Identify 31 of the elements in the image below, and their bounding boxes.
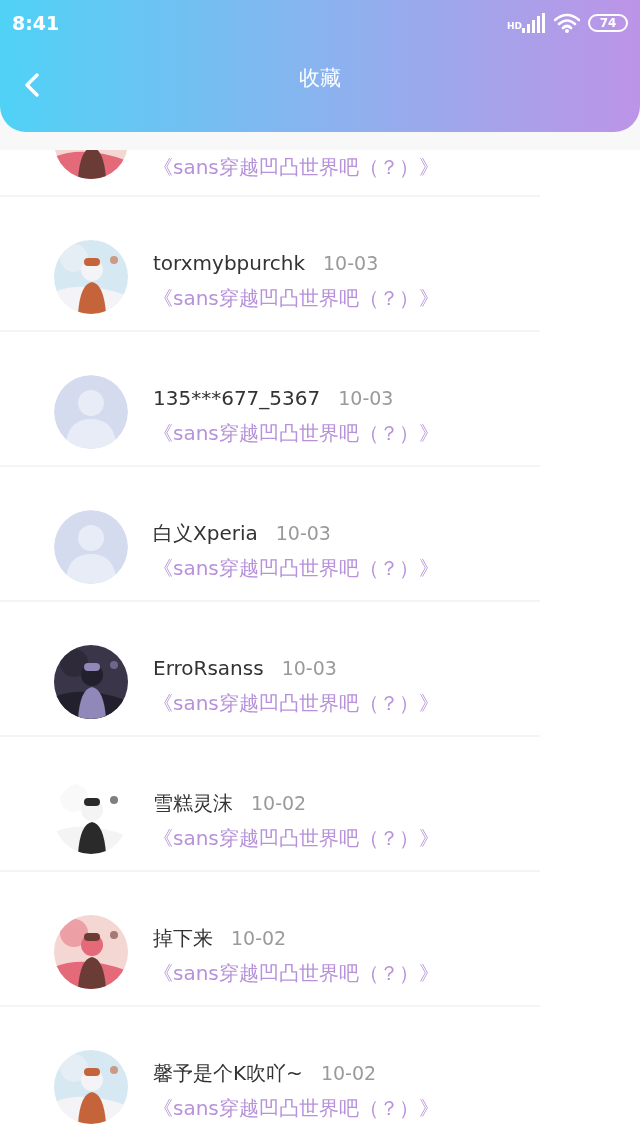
date: 10-02: [231, 927, 287, 949]
post-title[interactable]: 《sans穿越凹凸世界吧（？）》: [153, 420, 439, 447]
signal-icon: [522, 13, 546, 33]
post-title[interactable]: 《sans穿越凹凸世界吧（？）》: [153, 960, 439, 987]
post-title[interactable]: 《sans穿越凹凸世界吧（？）》: [153, 825, 439, 852]
battery-level: 74: [588, 14, 628, 32]
post-title[interactable]: 《sans穿越凹凸世界吧（？）》: [153, 555, 439, 582]
date: 10-03: [323, 252, 379, 274]
date: 10-02: [251, 792, 307, 814]
wifi-icon: [554, 13, 580, 33]
date: 10-02: [320, 1062, 377, 1084]
post-title[interactable]: 《sans穿越凹凸世界吧（？）》: [153, 285, 439, 312]
page-title: 收藏: [299, 65, 341, 92]
back-button[interactable]: [22, 72, 42, 98]
user-name: ErroRsanss: [153, 656, 264, 680]
user-name: torxmybpurchk: [153, 251, 306, 275]
user-name: 雪糕灵沫: [153, 789, 233, 817]
date: 10-03: [338, 387, 394, 409]
network-type: HD: [507, 21, 522, 31]
post-title[interactable]: 《sans穿越凹凸世界吧（？）》: [153, 1095, 439, 1122]
default-avatar-icon: [54, 510, 128, 584]
post-title[interactable]: 《sans穿越凹凸世界吧（？）》: [153, 690, 439, 717]
status-time: 8:41: [12, 12, 60, 34]
user-name: 135***677_5367: [153, 386, 321, 410]
default-avatar-icon: [54, 375, 128, 449]
user-name: 馨予是个K吹吖~: [153, 1059, 303, 1087]
date: 10-03: [281, 657, 337, 679]
post-title[interactable]: 《sans穿越凹凸世界吧（？）》: [153, 154, 439, 181]
date: 10-03: [275, 522, 331, 544]
user-name: 白义Xperia: [153, 519, 258, 547]
user-name: 掉下来: [153, 924, 213, 952]
